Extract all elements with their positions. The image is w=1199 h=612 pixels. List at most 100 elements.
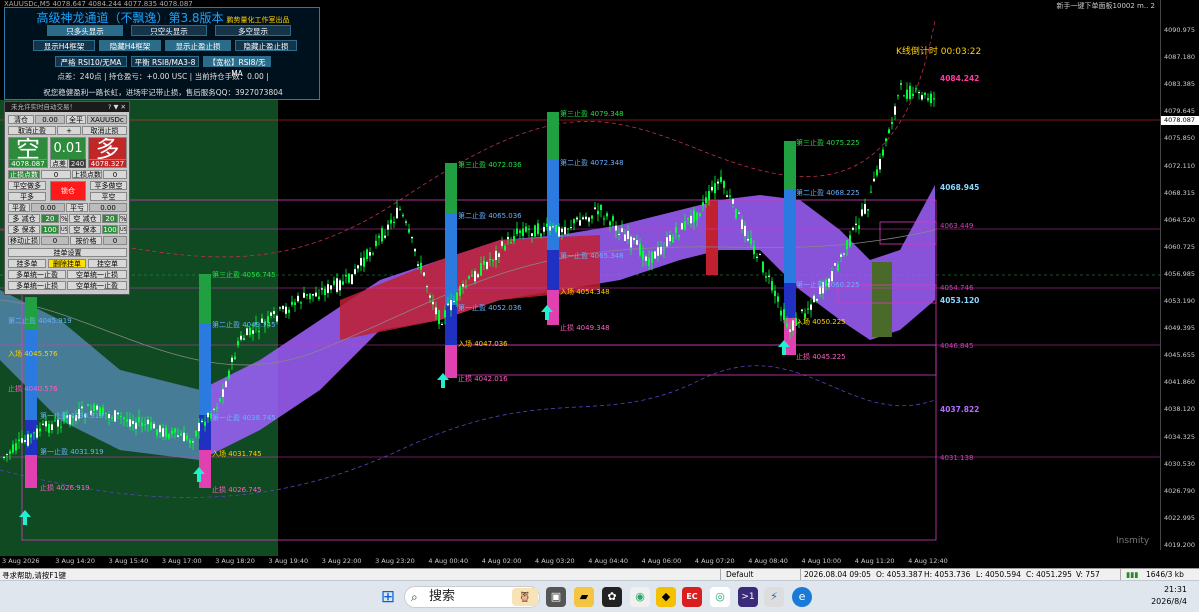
- candle-body: [687, 217, 689, 220]
- plus-button[interactable]: +: [57, 126, 81, 135]
- candle-body: [876, 169, 878, 176]
- zone-box: [454, 344, 937, 376]
- flat-all-button[interactable]: 全平: [66, 115, 86, 124]
- symbol-field[interactable]: XAUUSDc: [87, 115, 127, 124]
- candle-body: [708, 191, 710, 200]
- close-all-button[interactable]: 清仓: [8, 115, 34, 124]
- start-button-icon[interactable]: ⊞: [378, 587, 398, 607]
- system-clock[interactable]: 21:31 2026/8/4: [1151, 584, 1187, 608]
- time-tick: 4 Aug 10:00: [801, 557, 842, 565]
- balanced-mode-button[interactable]: 平衡 RSI8/MA3-8: [131, 56, 199, 67]
- candle-body: [417, 264, 419, 266]
- search-placeholder: 搜索: [429, 589, 456, 604]
- show-tp-sl-button[interactable]: 显示止盈止损: [165, 40, 231, 51]
- cancel-sl-button[interactable]: 取消止损: [82, 126, 127, 135]
- candle-body: [525, 226, 527, 232]
- candle-body: [33, 432, 35, 434]
- hide-h4-button[interactable]: 隐藏H4框架: [99, 40, 161, 51]
- price-tick: 4038.120: [1164, 405, 1196, 414]
- trailing-stop-value[interactable]: 0: [41, 236, 69, 245]
- chatgpt-icon[interactable]: ✿: [602, 587, 622, 607]
- candle-body: [585, 216, 587, 220]
- candle-body: [444, 310, 446, 318]
- candle-body: [453, 300, 455, 302]
- candle-body: [639, 243, 641, 256]
- lot-size-field[interactable]: 0.01: [50, 137, 86, 160]
- candle-body: [897, 95, 899, 97]
- candle-body: [138, 417, 140, 423]
- candle-body: [780, 310, 782, 316]
- tp-points-value[interactable]: 0: [103, 170, 127, 179]
- loose-mode-button[interactable]: 【宽松】RSI8/无MA: [203, 56, 271, 78]
- short-reduce-label[interactable]: 空 减仓: [69, 214, 101, 223]
- lock-button[interactable]: 锁仓: [50, 181, 86, 201]
- long-reduce-value[interactable]: 20: [41, 214, 59, 223]
- close-loss-button[interactable]: 平亏: [66, 203, 88, 212]
- close-short-button[interactable]: 平空: [90, 192, 127, 201]
- candle-body: [777, 296, 779, 302]
- candle-body: [570, 227, 572, 229]
- pending-buy-button[interactable]: 挂多单: [8, 259, 46, 268]
- candle-body: [312, 294, 314, 296]
- sl-bar: [25, 455, 37, 488]
- sell-button[interactable]: 空: [8, 137, 48, 160]
- both-sides-button[interactable]: 多空显示: [215, 25, 291, 36]
- candle-body: [903, 95, 905, 97]
- chart-area[interactable]: XAUUSDc,M5 4078.647 4084.244 4077.835 40…: [0, 0, 1199, 568]
- short-breakeven-label[interactable]: 空 保本: [69, 225, 101, 234]
- pending-sell-button[interactable]: 挂空单: [88, 259, 127, 268]
- time-axis[interactable]: 3 Aug 2026 3 Aug 14:20 3 Aug 15:40 3 Aug 17…: [0, 556, 1160, 568]
- candle-body: [87, 404, 89, 407]
- candle-body: [843, 253, 845, 255]
- long-only-button[interactable]: 只多头显示: [47, 25, 123, 36]
- search-highlight-icon[interactable]: 🦉: [512, 588, 538, 606]
- cancel-tp-button[interactable]: 取消止盈: [8, 126, 56, 135]
- candle-body: [21, 438, 23, 443]
- short-reduce-value[interactable]: 20: [102, 214, 118, 223]
- panel-controls[interactable]: ? ▼ ✕: [108, 102, 126, 112]
- delete-pending-button[interactable]: 删除挂单: [48, 259, 86, 268]
- candle-body: [15, 443, 17, 451]
- by-price-value[interactable]: 0: [103, 236, 127, 245]
- app-icon-green[interactable]: ◉: [630, 587, 650, 607]
- long-unified-sl-button[interactable]: 多单统一止损: [8, 281, 66, 290]
- profile-name[interactable]: Default: [726, 570, 753, 579]
- file-explorer-icon[interactable]: ▰: [574, 587, 594, 607]
- candle-body: [753, 245, 755, 255]
- strict-mode-button[interactable]: 严格 RSI10/无MA: [55, 56, 127, 67]
- close-short-open-long-button[interactable]: 平空做多: [8, 181, 46, 190]
- short-unified-sl-button[interactable]: 空单统一止损: [67, 270, 127, 279]
- long-breakeven-value[interactable]: 100: [41, 225, 59, 234]
- app-icon-yellow[interactable]: ◆: [656, 587, 676, 607]
- candle-body: [492, 259, 494, 262]
- close-long-open-short-button[interactable]: 平多做空: [90, 181, 127, 190]
- candle-body: [702, 202, 704, 206]
- app-icon-blue[interactable]: ⚡: [764, 587, 784, 607]
- candle-body: [423, 272, 425, 276]
- candle-body: [198, 422, 200, 432]
- price-tick: 4079.645: [1164, 107, 1196, 116]
- short-only-button[interactable]: 只空头显示: [131, 25, 207, 36]
- close-profit-button[interactable]: 平盈: [8, 203, 30, 212]
- price-tick: 4053.190: [1164, 297, 1196, 305]
- long-reduce-label[interactable]: 多 减仓: [8, 214, 40, 223]
- short-breakeven-value[interactable]: 100: [102, 225, 118, 234]
- candle-body: [522, 228, 524, 236]
- close-long-button[interactable]: 平多: [8, 192, 46, 201]
- time-tick: 3 Aug 19:40: [268, 557, 309, 565]
- app-icon-purple[interactable]: >1: [738, 587, 758, 607]
- long-unified-tp-button[interactable]: 多单统一止盈: [8, 270, 66, 279]
- candle-body: [222, 389, 224, 397]
- candle-body: [675, 227, 677, 233]
- buy-button[interactable]: 多: [88, 137, 127, 160]
- sl-points-value[interactable]: 0: [41, 170, 71, 179]
- short-unified-tp-button[interactable]: 空单统一止盈: [67, 281, 127, 290]
- hide-tp-sl-button[interactable]: 隐藏止盈止损: [235, 40, 297, 51]
- wechat-icon[interactable]: ◎: [710, 587, 730, 607]
- show-h4-button[interactable]: 显示H4框架: [33, 40, 95, 51]
- price-axis[interactable]: 4090.975 4087.180 4083.385 4079.645 4075.850…: [1160, 0, 1199, 550]
- ec-app-icon[interactable]: EC: [682, 587, 702, 607]
- task-view-icon[interactable]: ▣: [546, 587, 566, 607]
- edge-browser-icon[interactable]: e: [792, 587, 812, 607]
- long-breakeven-label[interactable]: 多 保本: [8, 225, 40, 234]
